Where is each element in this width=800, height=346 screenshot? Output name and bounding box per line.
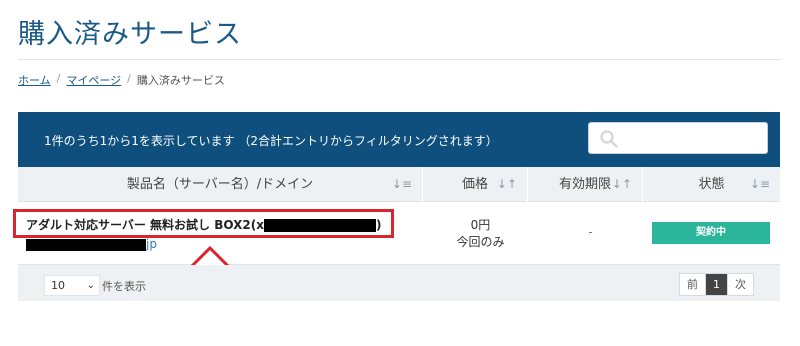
breadcrumb-current: 購入済みサービス xyxy=(136,74,225,87)
chevron-down-icon: ⌄ xyxy=(86,280,95,291)
domain-suffix: jp xyxy=(146,237,157,251)
pagination-prev-button[interactable]: 前 xyxy=(680,274,706,295)
title-divider xyxy=(18,59,780,60)
column-header-label: 価格 xyxy=(461,177,488,192)
column-header-product[interactable]: 製品名（サーバー名）/ドメイン ↓≡ xyxy=(18,167,423,202)
page-length-label: 件を表示 xyxy=(102,280,146,293)
pagination-next-button[interactable]: 次 xyxy=(728,274,753,295)
page-length-select[interactable]: 10 ⌄ xyxy=(44,275,100,296)
column-header-label: 有効期限 xyxy=(558,177,611,192)
column-header-expiry[interactable]: 有効期限 ↓↑ xyxy=(528,167,643,202)
domain-link[interactable]: jp xyxy=(26,237,157,251)
expiry-cell: - xyxy=(588,225,593,239)
status-badge: 契約中 xyxy=(652,222,770,244)
page-length-value: 10 xyxy=(51,279,65,292)
price-cell: 0円 今回のみ xyxy=(433,217,528,251)
sort-icon[interactable]: ↓↑ xyxy=(612,167,632,202)
billing-type: 今回のみ xyxy=(456,235,505,249)
page-title: 購入済みサービス xyxy=(18,19,242,50)
table-info-text: 1件のうち1から1を表示しています （2合計エントリからフィルタリングされます） xyxy=(44,134,498,148)
pagination: 前 1 次 xyxy=(679,273,754,296)
column-header-label: 製品名（サーバー名）/ドメイン xyxy=(126,177,314,192)
breadcrumb-separator: / xyxy=(127,72,131,85)
table-toolbar: 1件のうち1から1を表示しています （2合計エントリからフィルタリングされます） xyxy=(18,112,780,167)
sort-icon[interactable]: ↓≡ xyxy=(392,167,412,202)
annotation-highlight-box xyxy=(13,209,394,238)
table-footer: 10 ⌄ 件を表示 前 1 次 xyxy=(18,265,780,301)
column-header-status[interactable]: 状態 ↓≡ xyxy=(643,167,780,202)
redaction-block xyxy=(26,238,146,251)
search-icon xyxy=(600,130,618,148)
breadcrumb-home-link[interactable]: ホーム xyxy=(18,72,51,88)
column-header-price[interactable]: 価格 ↓↑ xyxy=(423,167,528,202)
table-header: 製品名（サーバー名）/ドメイン ↓≡ 価格 ↓↑ 有効期限 ↓↑ 状態 ↓≡ xyxy=(18,167,780,202)
breadcrumb-mypage-link[interactable]: マイページ xyxy=(66,72,121,88)
search-input[interactable] xyxy=(588,122,768,154)
price-value: 0円 xyxy=(470,218,491,232)
sort-icon[interactable]: ↓↑ xyxy=(497,167,517,202)
sort-icon[interactable]: ↓≡ xyxy=(750,167,770,202)
column-header-label: 状態 xyxy=(698,177,725,192)
breadcrumb-separator: / xyxy=(56,72,61,85)
breadcrumb: ホーム / マイページ / 購入済みサービス xyxy=(18,72,225,88)
pagination-page-button[interactable]: 1 xyxy=(706,274,728,295)
